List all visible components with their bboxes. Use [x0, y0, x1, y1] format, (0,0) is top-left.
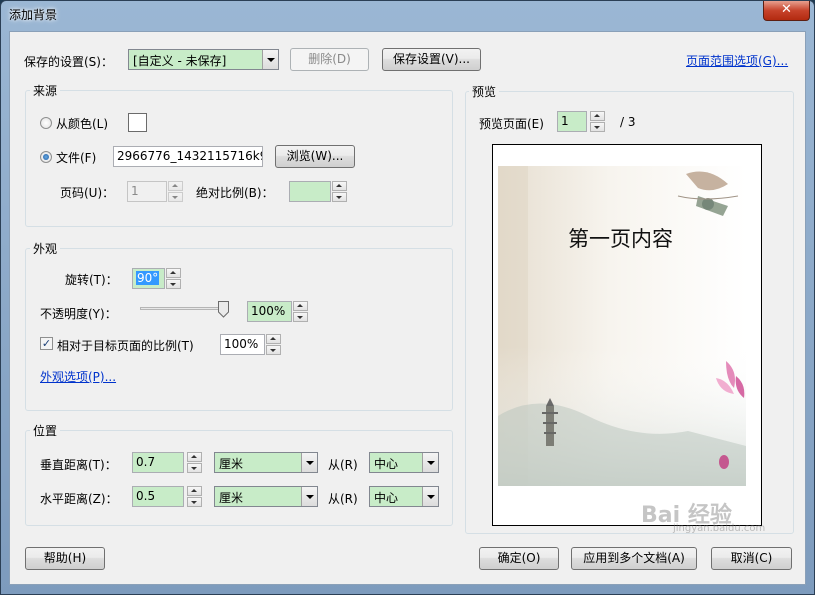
vertical-unit-dropdown[interactable]: 厘米: [214, 452, 318, 473]
saved-settings-value: [自定义 - 未保存]: [133, 54, 227, 68]
relative-scale-label: 相对于目标页面的比例(T): [57, 339, 194, 353]
vertical-from-dropdown[interactable]: 中心: [369, 452, 439, 473]
horizontal-from-value: 中心: [374, 491, 399, 505]
horizontal-distance-field[interactable]: 0.5: [132, 486, 184, 507]
source-group-title: 来源: [30, 82, 61, 99]
relative-scale-field[interactable]: 100%: [220, 334, 265, 355]
absolute-scale-spinner[interactable]: [332, 181, 347, 202]
absolute-scale-field[interactable]: [289, 181, 331, 202]
appearance-group-title: 外观: [30, 240, 61, 257]
preview-content-text: 第一页内容: [568, 227, 673, 251]
background-image: [498, 166, 746, 486]
horizontal-unit-value: 厘米: [219, 491, 244, 505]
position-group: [25, 430, 453, 526]
chevron-down-icon: [422, 487, 438, 506]
opacity-field[interactable]: 100%: [247, 301, 292, 322]
vertical-from-label: 从(R): [328, 458, 358, 472]
saved-settings-dropdown[interactable]: [自定义 - 未保存]: [128, 49, 279, 70]
opacity-slider-track[interactable]: [140, 307, 226, 310]
opacity-label: 不透明度(Y)：: [40, 307, 117, 321]
position-group-title: 位置: [30, 422, 61, 439]
vertical-distance-spinner[interactable]: [187, 452, 202, 473]
page-number-spinner[interactable]: [168, 181, 183, 202]
vertical-unit-value: 厘米: [219, 457, 244, 471]
horizontal-distance-label: 水平距离(Z)：: [40, 492, 118, 506]
horizontal-distance-spinner[interactable]: [187, 486, 202, 507]
close-button[interactable]: ✕: [763, 1, 810, 21]
saved-settings-label: 保存的设置(S)：: [24, 55, 113, 69]
file-path-field[interactable]: 2966776_1432115716k9t1.jpg: [113, 146, 263, 167]
horizontal-from-dropdown[interactable]: 中心: [369, 486, 439, 507]
cancel-button[interactable]: 取消(C): [711, 547, 792, 570]
file-label: 文件(F): [56, 151, 97, 165]
rotation-label: 旋转(T)：: [65, 273, 118, 287]
chevron-down-icon: [422, 453, 438, 472]
chevron-down-icon: [262, 50, 278, 69]
relative-scale-checkbox[interactable]: ✓: [40, 337, 53, 350]
opacity-spinner[interactable]: [293, 301, 308, 322]
horizontal-from-label: 从(R): [328, 492, 358, 506]
file-radio[interactable]: [40, 151, 52, 163]
from-color-radio[interactable]: [40, 117, 52, 129]
apply-multiple-button[interactable]: 应用到多个文档(A): [571, 547, 697, 570]
preview-group-title: 预览: [469, 83, 500, 100]
close-icon: ✕: [781, 2, 792, 17]
delete-button[interactable]: 删除(D): [290, 48, 369, 71]
opacity-slider-thumb[interactable]: [218, 301, 229, 318]
page-number-label: 页码(U)：: [60, 186, 115, 200]
horizontal-unit-dropdown[interactable]: 厘米: [214, 486, 318, 507]
color-swatch[interactable]: [128, 113, 147, 132]
preview-page: 第一页内容: [492, 144, 762, 526]
from-color-label: 从颜色(L): [56, 117, 109, 131]
relative-scale-spinner[interactable]: [266, 334, 281, 355]
preview-page-label: 预览页面(E): [479, 117, 544, 131]
appearance-options-link[interactable]: 外观选项(P)...: [40, 368, 116, 385]
title-bar[interactable]: 添加背景 ✕: [1, 1, 814, 29]
page-number-field[interactable]: 1: [127, 181, 167, 202]
dialog-window: 添加背景 ✕ 保存的设置(S)： [自定义 - 未保存] 删除(D) 保存设置(…: [0, 0, 815, 595]
preview-page-spinner[interactable]: [590, 111, 605, 132]
browse-button[interactable]: 浏览(W)...: [275, 145, 355, 168]
rotation-spinner[interactable]: [166, 268, 181, 289]
preview-page-total: / 3: [620, 115, 636, 129]
chevron-down-icon: [301, 453, 317, 472]
rotation-field[interactable]: 90°: [132, 268, 165, 289]
ok-button[interactable]: 确定(O): [479, 547, 559, 570]
watermark-url: jingyan.baidu.com: [673, 523, 766, 534]
absolute-scale-label: 绝对比例(B)：: [196, 186, 274, 200]
rotation-value: 90°: [136, 271, 160, 285]
vertical-distance-field[interactable]: 0.7: [132, 452, 184, 473]
vertical-from-value: 中心: [374, 457, 399, 471]
save-settings-button[interactable]: 保存设置(V)...: [382, 48, 481, 71]
preview-page-field[interactable]: 1: [557, 111, 587, 132]
vertical-distance-label: 垂直距离(T)：: [40, 458, 117, 472]
window-title: 添加背景: [9, 8, 58, 22]
chevron-down-icon: [301, 487, 317, 506]
page-range-options-link[interactable]: 页面范围选项(G)...: [686, 52, 788, 69]
help-button[interactable]: 帮助(H): [25, 547, 105, 570]
